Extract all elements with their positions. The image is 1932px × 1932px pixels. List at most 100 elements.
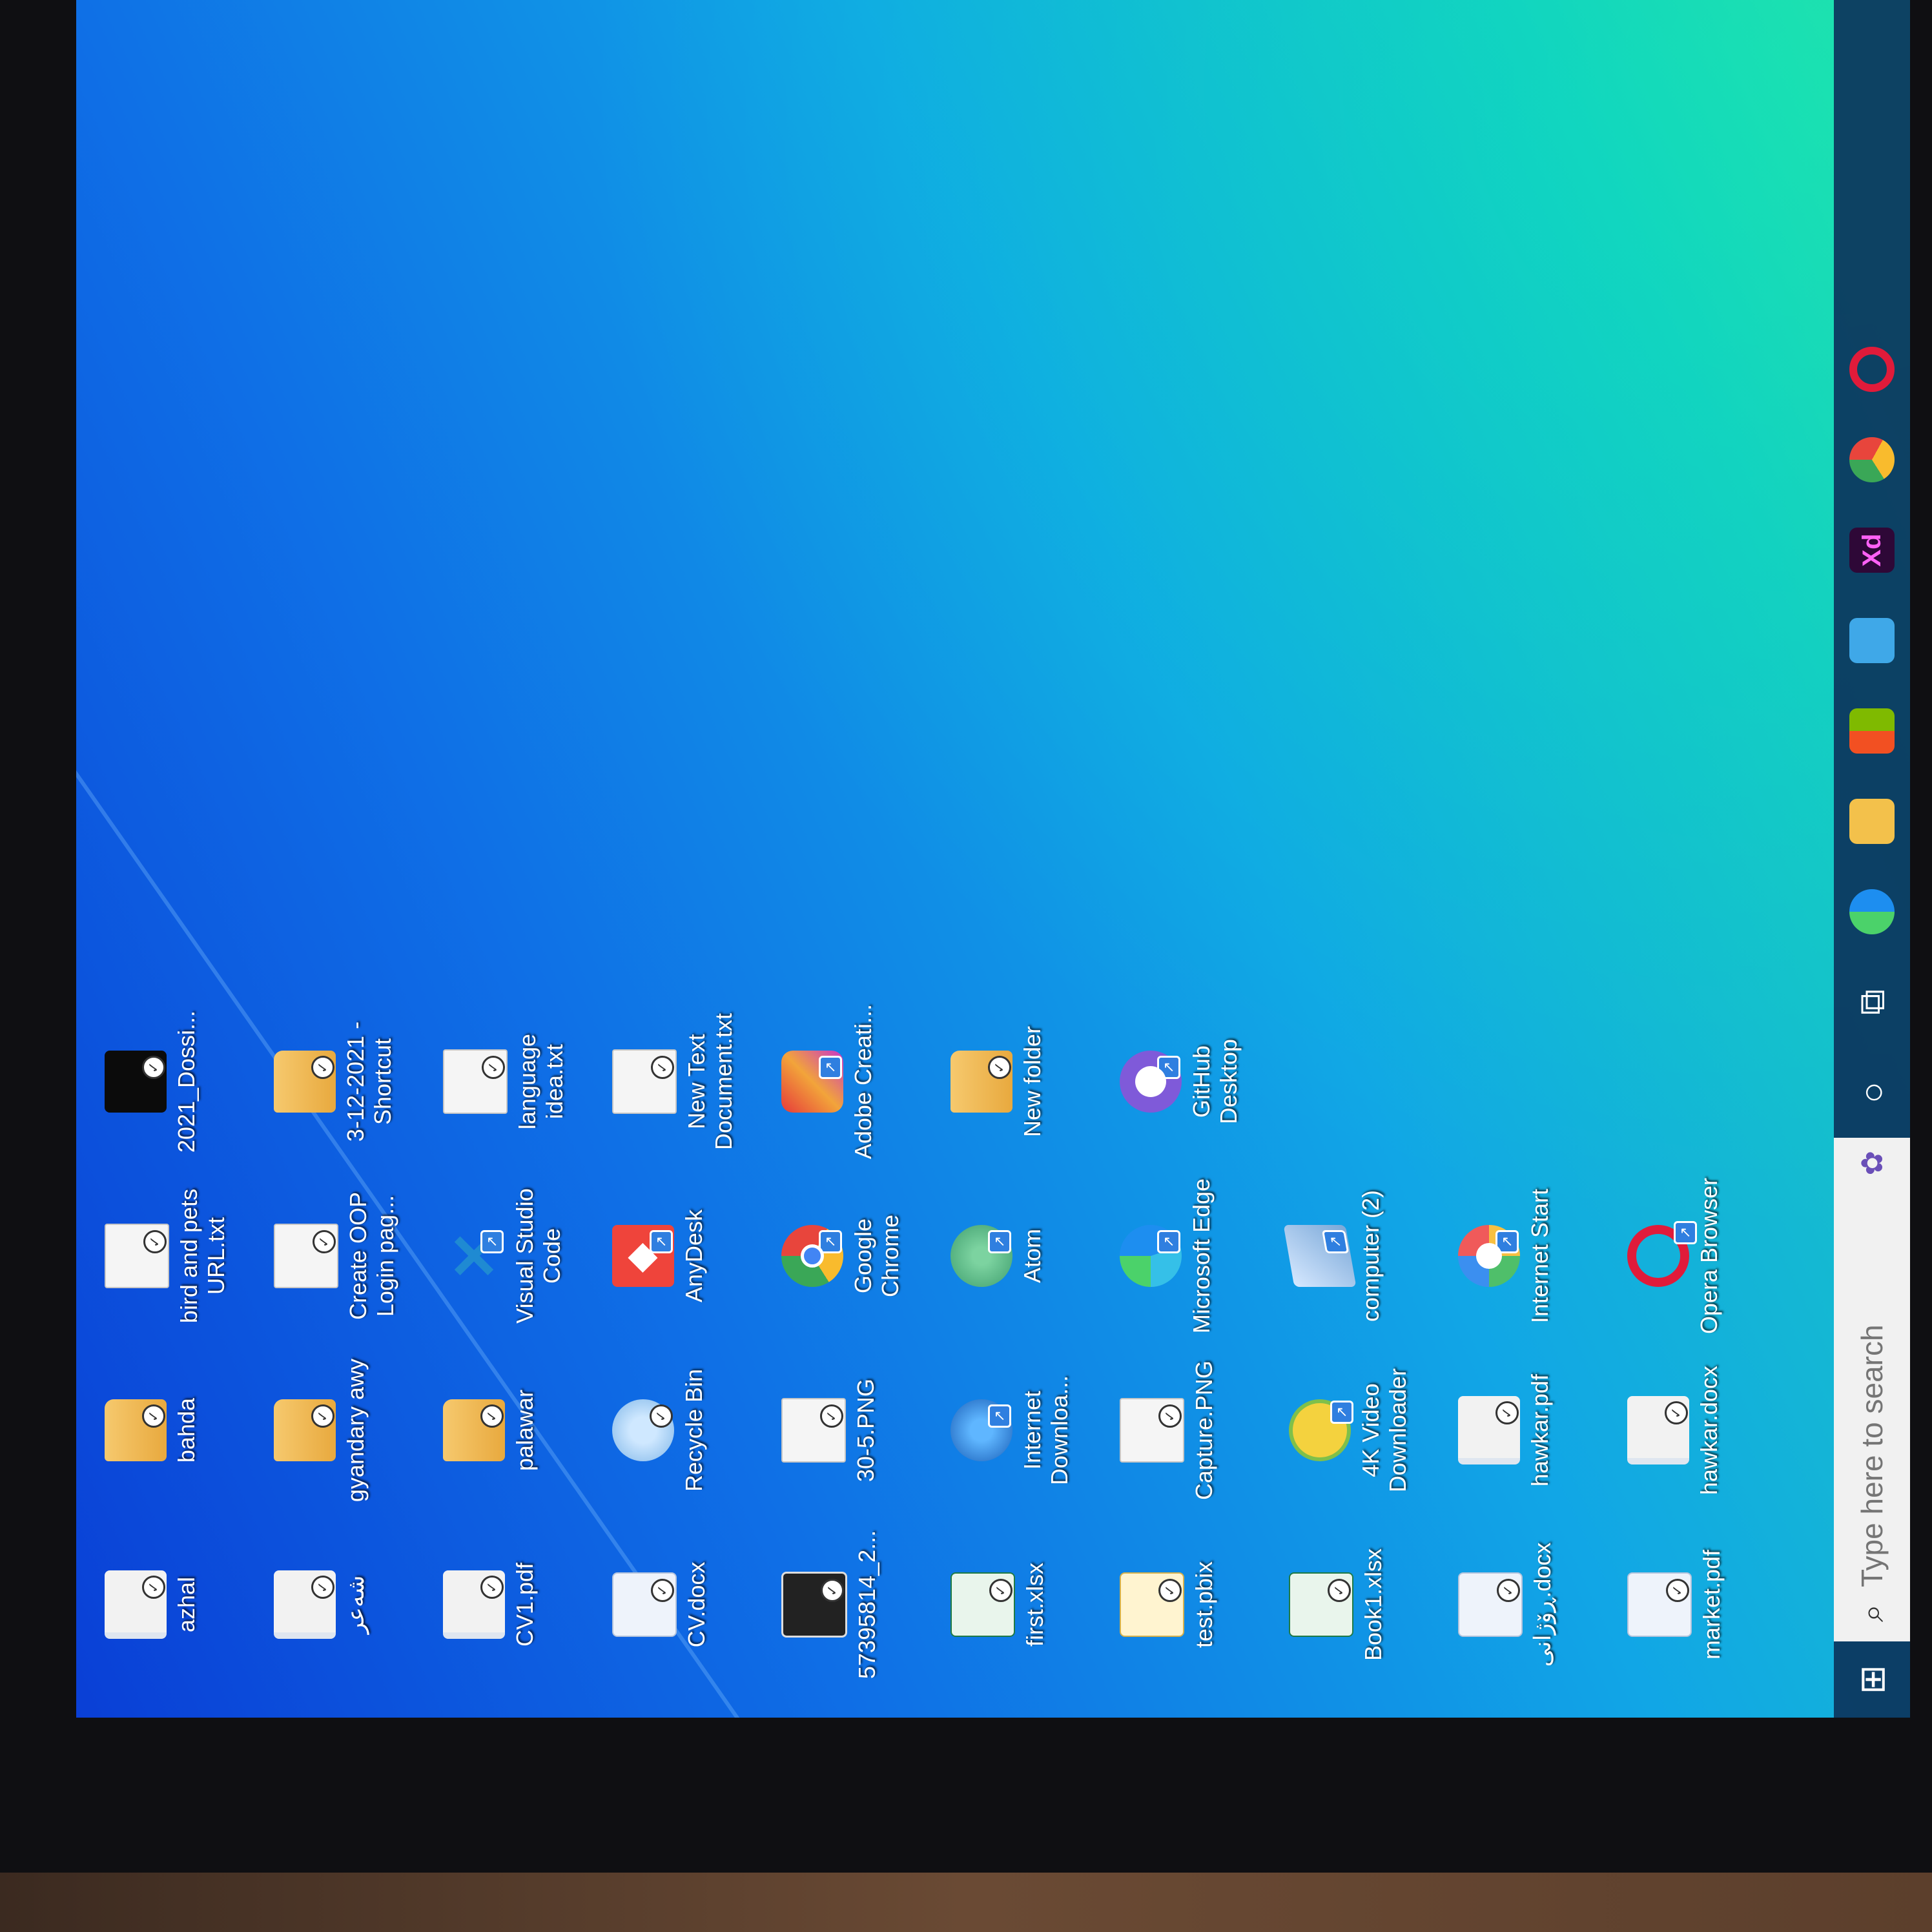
sync-status-icon: ✓ [1158, 1404, 1182, 1428]
desktop-icon[interactable]: ✓ hawkar.docx [1618, 1343, 1787, 1517]
desktop-icon[interactable]: ✓ Book1.xlsx [1280, 1517, 1449, 1692]
desktop-icon-label: Internet Start [1526, 1188, 1553, 1324]
desktop-icon-label: bird and pets URL.txt [176, 1188, 229, 1324]
desktop-icon-label: 57395814_2... [854, 1530, 880, 1680]
excel-file-icon: ✓ [951, 1572, 1015, 1637]
desktop-icon[interactable]: ↗ Visual Studio Code [434, 1169, 603, 1343]
opera-icon[interactable] [1834, 324, 1910, 415]
desktop-icon[interactable]: ✓ market.pdf [1618, 1517, 1787, 1692]
desktop-icon[interactable]: ✓ gyandary awy [265, 1343, 434, 1517]
sync-status-icon: ✓ [1328, 1579, 1351, 1602]
desktop-icon-label: Microsoft Edge [1188, 1178, 1215, 1334]
mail-icon[interactable] [1834, 595, 1910, 686]
desktop-icon[interactable]: ↗ 4K Video Downloader [1280, 1343, 1449, 1517]
desktop-icon-label: 4K Video Downloader [1357, 1368, 1411, 1493]
desktop-icon[interactable]: ↗ Atom [941, 1169, 1111, 1343]
desktop-icon[interactable]: ↗ Microsoft Edge [1111, 1169, 1280, 1343]
desktop-icon[interactable]: ✓ palawar [434, 1343, 603, 1517]
folder-icon: ✓ [951, 1051, 1012, 1113]
search-highlight-icon[interactable]: ✿ [1855, 1151, 1889, 1176]
xd-icon[interactable]: Xd [1834, 505, 1910, 595]
desktop-icon-label: test.pbix [1191, 1561, 1217, 1649]
sync-status-icon: ✓ [311, 1056, 334, 1079]
file-explorer-icon[interactable] [1834, 776, 1910, 867]
desktop-icon[interactable]: ✓ 2021_Dossi... [96, 994, 265, 1169]
sync-status-icon: ✓ [1497, 1579, 1520, 1602]
store-icon[interactable] [1834, 686, 1910, 776]
desktop-icon-label: computer (2) [1357, 1189, 1384, 1322]
4k-video-downloader-icon: ↗ [1289, 1399, 1353, 1461]
desktop-icon[interactable]: ✓ Recycle Bin [603, 1343, 772, 1517]
desktop-icon[interactable]: ↗ Google Chrome [772, 1169, 941, 1343]
cortana-icon[interactable]: ○ [1834, 1047, 1910, 1138]
shortcut-arrow-icon: ↗ [1157, 1230, 1180, 1253]
desktop-icon[interactable]: ✓ CV1.pdf [434, 1517, 603, 1692]
desktop-icon[interactable]: ↗ Adobe Creati... [772, 994, 941, 1169]
desktop-icon[interactable]: ✓ test.pbix [1111, 1517, 1280, 1692]
opera-icon: ↗ [1627, 1221, 1697, 1287]
desktop-icon[interactable]: ✓ bird and pets URL.txt [96, 1169, 265, 1343]
chrome-icon: ↗ [781, 1225, 843, 1287]
desktop-icon[interactable]: ↗ Internet Downloa... [941, 1343, 1111, 1517]
empty-slot [1280, 994, 1449, 1169]
sync-status-icon: ✓ [651, 1056, 674, 1079]
desktop-icon[interactable]: ✓ 30-5.PNG [772, 1343, 941, 1517]
desktop-icon[interactable]: ✓ 3-12-2021 - Shortcut [265, 994, 434, 1169]
windows-start-icon[interactable]: ⊞ [1834, 1641, 1910, 1718]
task-view-icon[interactable]: ⧉ [1834, 957, 1910, 1047]
desktop-icon[interactable]: ✓ bahda [96, 1343, 265, 1517]
desktop-icon[interactable]: ✓ شەعر [265, 1517, 434, 1692]
desktop-icon[interactable]: ↗ Internet Start [1449, 1169, 1618, 1343]
desktop-icon[interactable]: ↗ computer (2) [1280, 1169, 1449, 1343]
desktop-icon[interactable]: ✓ language idea.txt [434, 994, 603, 1169]
png-file-icon: ✓ [781, 1398, 846, 1463]
desktop-icon[interactable]: ↗ GitHub Desktop [1111, 994, 1280, 1169]
sync-status-icon: ✓ [480, 1404, 504, 1428]
pdf-file-icon: ✓ [1627, 1572, 1692, 1637]
desktop-icon-label: AnyDesk [681, 1209, 707, 1303]
edge-icon[interactable] [1834, 867, 1910, 957]
desktop-icon-label: 30-5.PNG [852, 1378, 879, 1483]
chrome-icon[interactable] [1834, 415, 1910, 505]
desktop-icon[interactable]: ✓ azhal [96, 1517, 265, 1692]
desktop-icon-label: azhal [173, 1576, 200, 1633]
desktop-icon[interactable]: ✓ New Text Document.txt [603, 994, 772, 1169]
word-doc-icon: ✓ [1627, 1396, 1689, 1464]
search-input[interactable] [1854, 1250, 1890, 1588]
desktop-icon[interactable]: ↗ AnyDesk [603, 1169, 772, 1343]
desktop-icon[interactable]: ✓ New folder [941, 994, 1111, 1169]
search-box[interactable]: ⌕ ✿ [1834, 1138, 1910, 1641]
text-file-icon: ✓ [612, 1049, 677, 1114]
sync-status-icon: ✓ [1666, 1579, 1689, 1602]
shortcut-arrow-icon: ↗ [480, 1230, 504, 1253]
desktop-icon[interactable]: ✓ Create OOP Login pag... [265, 1169, 434, 1343]
edge-icon: ↗ [1120, 1225, 1182, 1287]
desktop-icon-label: New folder [1019, 1025, 1045, 1138]
word-doc-icon: ✓ [1458, 1572, 1523, 1637]
desktop-icon-label: Adobe Creati... [850, 1003, 876, 1160]
powerbi-file-icon: ✓ [1120, 1572, 1184, 1637]
desktop-icon[interactable]: ✓ 57395814_2... [772, 1517, 941, 1692]
desktop-icon-label: language idea.txt [514, 1033, 568, 1130]
desktop-icon-label: New Text Document.txt [683, 1012, 737, 1151]
desktop-icon-label: Google Chrome [850, 1214, 903, 1298]
desktop-icon[interactable]: ✓ first.xlsx [941, 1517, 1111, 1692]
taskbar: ⊞ ⌕ ✿ ○ ⧉ Xd [1834, 0, 1910, 1718]
desktop-icon[interactable]: ✓ Capture.PNG [1111, 1343, 1280, 1517]
desktop-icon-label: Visual Studio Code [511, 1188, 565, 1324]
desktop-icon-grid: ✓ azhal ✓ شەعر ✓ CV1.pdf ✓ CV.docx ✓ 57395814_2..… [96, 994, 1787, 1692]
desktop-icon[interactable]: ↗ Opera Browser [1618, 1169, 1787, 1343]
sync-status-icon: ✓ [313, 1230, 336, 1253]
sync-status-icon: ✓ [142, 1404, 165, 1428]
sync-status-icon: ✓ [1665, 1401, 1688, 1424]
github-desktop-icon: ↗ [1120, 1051, 1182, 1113]
text-file-icon: ✓ [274, 1224, 338, 1288]
desktop-icon-label: palawar [511, 1389, 538, 1472]
atom-icon: ↗ [951, 1225, 1012, 1287]
desktop-icon-label: bahda [173, 1397, 200, 1463]
desktop-icon[interactable]: ✓ hawkar.pdf [1449, 1343, 1618, 1517]
sync-status-icon: ✓ [142, 1056, 165, 1079]
desktop-icon[interactable]: ✓ CV.docx [603, 1517, 772, 1692]
desktop-icon-label: ڕۆژانی.docx [1529, 1542, 1556, 1667]
desktop-icon[interactable]: ✓ ڕۆژانی.docx [1449, 1517, 1618, 1692]
